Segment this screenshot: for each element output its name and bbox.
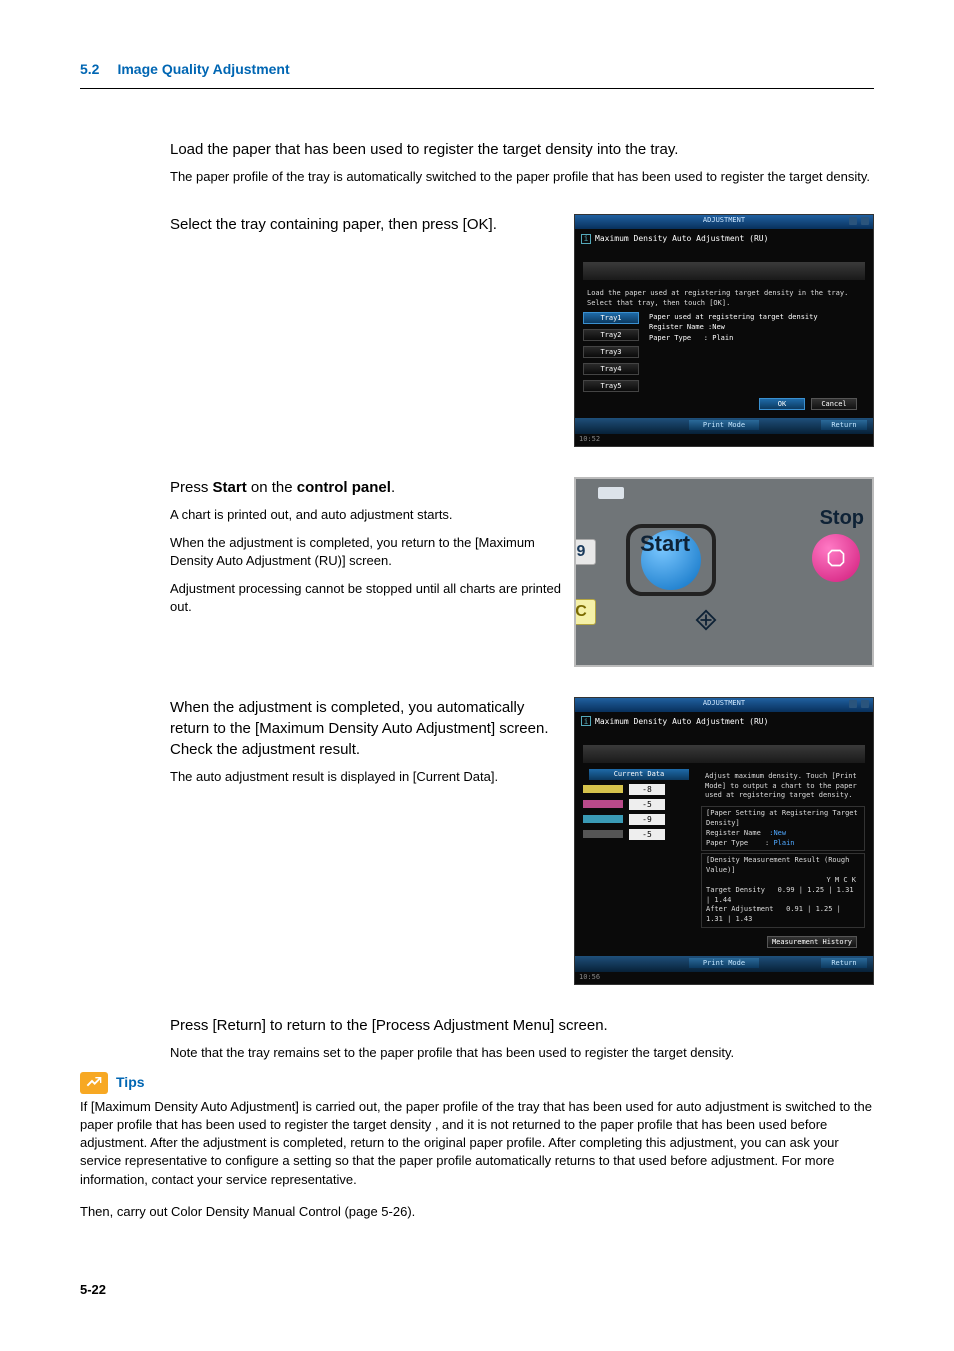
tips-label: Tips bbox=[116, 1073, 145, 1093]
tray3-button[interactable]: Tray3 bbox=[583, 346, 639, 358]
tray4-button[interactable]: Tray4 bbox=[583, 363, 639, 375]
screen-title: Maximum Density Auto Adjustment (RU) bbox=[595, 233, 768, 244]
header-divider bbox=[80, 88, 874, 89]
cyan-swatch bbox=[583, 815, 623, 823]
home-icon[interactable] bbox=[849, 700, 857, 708]
tray2-button[interactable]: Tray2 bbox=[583, 329, 639, 341]
tips-icon bbox=[80, 1072, 108, 1094]
screen-header-bar bbox=[583, 262, 865, 280]
stop-label: Stop bbox=[820, 507, 864, 530]
print-mode-button[interactable]: Print Mode bbox=[689, 958, 759, 968]
page-number: 5-22 bbox=[80, 1281, 874, 1299]
info-icon: i bbox=[581, 716, 591, 726]
result-message: Adjust maximum density. Touch [Print Mod… bbox=[701, 769, 865, 804]
density-result-box: [Density Measurement Result (Rough Value… bbox=[701, 853, 865, 928]
screen-title: Maximum Density Auto Adjustment (RU) bbox=[595, 716, 768, 727]
current-data-m: -5 bbox=[629, 799, 665, 810]
step1-text: The paper profile of the tray is automat… bbox=[170, 168, 874, 186]
screen-top-bar: ADJUSTMENT bbox=[575, 698, 873, 712]
usb-icon bbox=[598, 487, 624, 499]
tips-header: Tips bbox=[80, 1072, 874, 1094]
step3-title: Press Start on the control panel. bbox=[170, 477, 564, 498]
ok-button[interactable]: OK bbox=[759, 398, 805, 410]
register-name-label: Register Name bbox=[649, 323, 704, 331]
paper-setting-box: [Paper Setting at Registering Target Den… bbox=[701, 806, 865, 851]
tray5-button[interactable]: Tray5 bbox=[583, 380, 639, 392]
start-label: Start bbox=[640, 531, 690, 557]
step5-text: Note that the tray remains set to the pa… bbox=[170, 1044, 874, 1062]
page-header: 5.2 Image Quality Adjustment bbox=[80, 60, 874, 80]
section-title: Image Quality Adjustment bbox=[117, 60, 289, 80]
step1-title: Load the paper that has been used to reg… bbox=[170, 139, 874, 160]
keypad-9-button[interactable]: 9 bbox=[574, 539, 596, 565]
step3-p2: When the adjustment is completed, you re… bbox=[170, 534, 564, 570]
adjustment-label: ADJUSTMENT bbox=[703, 216, 745, 226]
adjustment-label: ADJUSTMENT bbox=[703, 699, 745, 709]
diamond-icon bbox=[691, 605, 721, 635]
magenta-swatch bbox=[583, 800, 623, 808]
paper-type-value: Plain bbox=[712, 334, 733, 342]
step4-text: The auto adjustment result is displayed … bbox=[170, 768, 564, 786]
current-data-y: -8 bbox=[629, 784, 665, 795]
current-data-k: -5 bbox=[629, 829, 665, 840]
control-panel-photo: 9 C Start Stop bbox=[574, 477, 874, 667]
result-screen: ADJUSTMENT i Maximum Density Auto Adjust… bbox=[574, 697, 874, 985]
current-data-c: -9 bbox=[629, 814, 665, 825]
step5-title: Press [Return] to return to the [Process… bbox=[170, 1015, 874, 1036]
stop-button[interactable] bbox=[812, 534, 860, 582]
help-icon[interactable] bbox=[861, 700, 869, 708]
home-icon[interactable] bbox=[849, 217, 857, 225]
screen-top-bar: ADJUSTMENT bbox=[575, 215, 873, 229]
cancel-button[interactable]: Cancel bbox=[811, 398, 857, 410]
paper-box-title: Paper used at registering target density bbox=[649, 312, 865, 323]
paper-type-label: Paper Type bbox=[649, 334, 691, 342]
measurement-history-button[interactable]: Measurement History bbox=[767, 936, 857, 948]
register-name-value: :New bbox=[708, 323, 725, 331]
section-number: 5.2 bbox=[80, 60, 99, 80]
return-button[interactable]: Return bbox=[821, 958, 867, 968]
screen-header-bar bbox=[583, 745, 865, 763]
current-data-label: Current Data bbox=[589, 769, 689, 780]
print-mode-button[interactable]: Print Mode bbox=[689, 420, 759, 430]
yellow-swatch bbox=[583, 785, 623, 793]
step3-p1: A chart is printed out, and auto adjustm… bbox=[170, 506, 564, 524]
return-button[interactable]: Return bbox=[821, 420, 867, 430]
screen-instruction: Load the paper used at registering targe… bbox=[583, 286, 865, 312]
step3-p3: Adjustment processing cannot be stopped … bbox=[170, 580, 564, 616]
info-icon: i bbox=[581, 234, 591, 244]
black-swatch bbox=[583, 830, 623, 838]
tray-select-screen: ADJUSTMENT i Maximum Density Auto Adjust… bbox=[574, 214, 874, 447]
step4-title: When the adjustment is completed, you au… bbox=[170, 697, 564, 760]
tips-body: If [Maximum Density Auto Adjustment] is … bbox=[80, 1098, 874, 1189]
tray1-button[interactable]: Tray1 bbox=[583, 312, 639, 324]
step2-title: Select the tray containing paper, then p… bbox=[170, 214, 564, 235]
help-icon[interactable] bbox=[861, 217, 869, 225]
screen-timestamp: 10:52 bbox=[575, 434, 873, 446]
keypad-c-button[interactable]: C bbox=[574, 599, 596, 625]
screen-timestamp: 10:56 bbox=[575, 972, 873, 984]
closing-text: Then, carry out Color Density Manual Con… bbox=[80, 1203, 874, 1221]
